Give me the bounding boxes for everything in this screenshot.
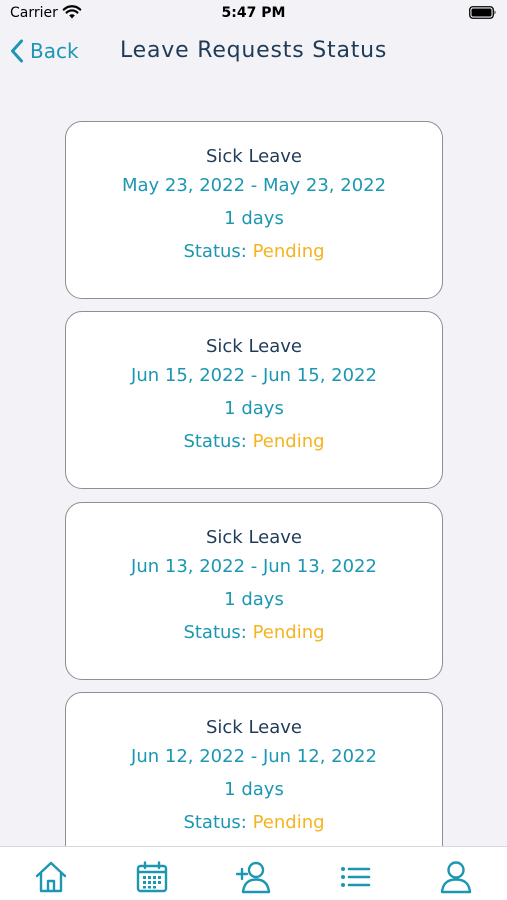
back-button[interactable]: Back	[10, 36, 79, 66]
day-count: 1 days	[224, 589, 284, 610]
leave-type: Sick Leave	[205, 146, 302, 167]
date-range: May 23, 2022 - May 23, 2022	[121, 175, 387, 196]
tab-home[interactable]	[31, 859, 71, 895]
status-line: Status: Pending	[66, 431, 442, 452]
tab-add-person[interactable]	[233, 859, 273, 895]
page-title: Leave Requests Status	[120, 38, 388, 63]
clock: 5:47 PM	[221, 5, 286, 21]
date-range: Jun 13, 2022 - Jun 13, 2022	[131, 556, 377, 577]
leave-request-card[interactable]: Sick Leave Jun 13, 2022 - Jun 13, 2022 1…	[65, 502, 443, 680]
leave-request-card[interactable]: Sick Leave Jun 15, 2022 - Jun 15, 2022 1…	[65, 311, 443, 489]
tab-profile[interactable]	[436, 859, 476, 895]
status-line: Status: Pending	[66, 812, 442, 833]
status-badge: Pending	[252, 622, 325, 643]
status-line: Status: Pending	[66, 241, 442, 262]
leave-type: Sick Leave	[205, 336, 302, 357]
leave-type: Sick Leave	[205, 717, 302, 738]
tab-list[interactable]	[335, 859, 375, 895]
date-range: Jun 15, 2022 - Jun 15, 2022	[131, 365, 377, 386]
leave-request-card[interactable]: Sick Leave May 23, 2022 - May 23, 2022 1…	[65, 121, 443, 299]
status-badge: Pending	[252, 812, 325, 833]
day-count: 1 days	[224, 208, 284, 229]
status-line: Status: Pending	[66, 622, 442, 643]
add-person-icon	[235, 861, 271, 894]
home-icon	[35, 861, 67, 893]
tab-bar	[0, 846, 507, 900]
leave-request-card[interactable]: Sick Leave Jun 12, 2022 - Jun 12, 2022 1…	[65, 692, 443, 846]
battery-icon	[469, 6, 496, 19]
status-label: Status:	[183, 241, 247, 262]
calendar-icon	[136, 861, 168, 893]
chevron-left-icon	[11, 39, 23, 63]
tab-calendar[interactable]	[132, 859, 172, 895]
status-label: Status:	[183, 812, 247, 833]
leave-requests-screen: Carrier 5:47 PM Back Leave Requests Stat…	[0, 0, 507, 900]
nav-bar: Back Leave Requests Status	[0, 28, 507, 78]
status-label: Status:	[183, 622, 247, 643]
day-count: 1 days	[224, 398, 284, 419]
day-count: 1 days	[224, 779, 284, 800]
list-icon	[341, 867, 371, 887]
status-bar: Carrier 5:47 PM	[0, 0, 507, 28]
leave-request-list[interactable]: Sick Leave May 23, 2022 - May 23, 2022 1…	[0, 78, 507, 846]
status-badge: Pending	[252, 241, 325, 262]
status-badge: Pending	[252, 431, 325, 452]
status-label: Status:	[183, 431, 247, 452]
back-label: Back	[30, 39, 79, 63]
profile-icon	[440, 861, 472, 894]
date-range: Jun 12, 2022 - Jun 12, 2022	[131, 746, 377, 767]
leave-type: Sick Leave	[205, 527, 302, 548]
